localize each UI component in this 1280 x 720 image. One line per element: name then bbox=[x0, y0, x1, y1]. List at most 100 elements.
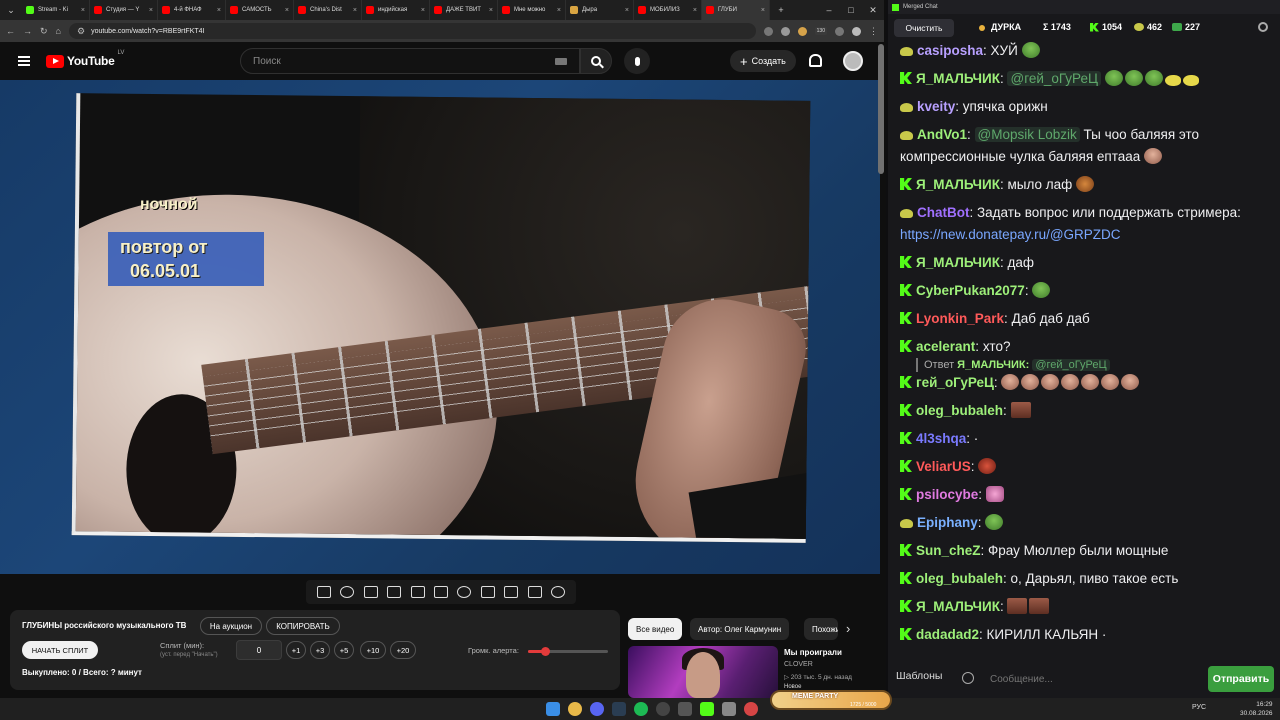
meme-party-widget[interactable]: MEME PARTY 1725 / 5000 bbox=[770, 690, 892, 710]
chat-nick[interactable]: AndVo1 bbox=[917, 127, 967, 142]
tab-close-icon[interactable]: × bbox=[761, 7, 765, 14]
tab-close-icon[interactable]: × bbox=[353, 7, 357, 14]
chat-nick[interactable]: acelerant bbox=[916, 339, 975, 354]
split-step-button[interactable]: +20 bbox=[390, 641, 416, 659]
tab-close-icon[interactable]: × bbox=[217, 7, 221, 14]
rec-title[interactable]: Мы проиграли bbox=[784, 648, 842, 657]
tab-close-icon[interactable]: × bbox=[625, 7, 629, 14]
browser-tab[interactable]: 4-й ФНАФ × bbox=[158, 0, 226, 20]
browser-tab[interactable]: ГЛУБИ × bbox=[702, 0, 770, 20]
chat-nick[interactable]: Я_МАЛЬЧИК bbox=[916, 599, 1000, 614]
browser-tab[interactable]: Студия — Y × bbox=[90, 0, 158, 20]
translate-icon[interactable] bbox=[763, 26, 773, 36]
video-player[interactable]: ночной повтор от 06.05.01 bbox=[0, 80, 880, 574]
speed-icon[interactable] bbox=[457, 586, 472, 598]
site-info-icon[interactable]: ⚙ bbox=[77, 26, 85, 37]
forward-icon[interactable]: → bbox=[23, 26, 32, 36]
clock[interactable]: 16:29 30.08.2026 bbox=[1240, 700, 1273, 718]
language-indicator[interactable]: РУС bbox=[1192, 704, 1206, 711]
rec-channel[interactable]: CLOVER bbox=[784, 661, 813, 668]
add-clip-icon[interactable] bbox=[480, 586, 495, 598]
steam-icon[interactable] bbox=[612, 702, 626, 716]
browser-tab[interactable]: China's Dist × bbox=[294, 0, 362, 20]
chat-nick[interactable]: Я_МАЛЬЧИК bbox=[916, 177, 1000, 192]
chat-nick[interactable]: oleg_bubaleh bbox=[916, 571, 1003, 586]
bookmark-star-icon[interactable] bbox=[780, 26, 790, 36]
send-button[interactable]: Отправить bbox=[1208, 666, 1274, 692]
chip-all-videos[interactable]: Все видео bbox=[628, 618, 683, 640]
screenshot-icon[interactable] bbox=[504, 586, 519, 598]
search-button[interactable] bbox=[580, 48, 612, 74]
split-step-button[interactable]: +5 bbox=[334, 641, 354, 659]
message-input[interactable] bbox=[984, 666, 1204, 692]
back-icon[interactable]: ← bbox=[6, 26, 15, 36]
app-icon-7[interactable] bbox=[678, 702, 692, 716]
obs-icon[interactable] bbox=[656, 702, 670, 716]
clapper-icon[interactable] bbox=[387, 586, 402, 598]
split-step-button[interactable]: +10 bbox=[360, 641, 386, 659]
loop-icon[interactable] bbox=[316, 586, 331, 598]
chat-nick[interactable]: casiposha bbox=[917, 43, 983, 58]
tab-close-icon[interactable]: × bbox=[285, 7, 289, 14]
search-input[interactable]: Поиск bbox=[240, 48, 580, 74]
broadcast-icon[interactable] bbox=[340, 586, 355, 598]
chat-nick[interactable]: CyberPukan2077 bbox=[916, 283, 1025, 298]
browser-tab[interactable]: САМОСТЬ × bbox=[226, 0, 294, 20]
extension-icon[interactable] bbox=[797, 26, 807, 36]
browser-tab[interactable]: Stream - Ki × bbox=[22, 0, 90, 20]
new-tab-button[interactable]: + bbox=[770, 5, 792, 15]
chat-nick[interactable]: kveity bbox=[917, 99, 955, 114]
rec-thumbnail[interactable] bbox=[628, 646, 778, 698]
tab-close-icon[interactable]: × bbox=[421, 7, 425, 14]
home-icon[interactable]: ⌂ bbox=[56, 26, 61, 36]
chat-mention[interactable]: @Mopsik Lobzik bbox=[974, 127, 1080, 142]
chat-nick[interactable]: VeliarUS bbox=[916, 459, 971, 474]
kick-app-icon[interactable] bbox=[700, 702, 714, 716]
split-minutes-input[interactable]: 0 bbox=[236, 640, 282, 660]
picture-in-picture-icon[interactable] bbox=[410, 586, 425, 598]
copy-button[interactable]: КОПИРОВАТЬ bbox=[266, 617, 340, 635]
reload-icon[interactable]: ↻ bbox=[40, 26, 48, 37]
start-split-button[interactable]: НАЧАТЬ СПЛИТ bbox=[22, 641, 98, 659]
voice-search-button[interactable] bbox=[624, 48, 650, 74]
reply-nick[interactable]: Я_МАЛЬЧИК: bbox=[957, 359, 1029, 371]
chevron-right-icon[interactable]: › bbox=[846, 621, 850, 636]
tab-close-icon[interactable]: × bbox=[81, 7, 85, 14]
tab-close-icon[interactable]: × bbox=[149, 7, 153, 14]
maximize-icon[interactable]: □ bbox=[840, 5, 862, 15]
settings-gear-icon[interactable] bbox=[551, 586, 566, 598]
chat-nick[interactable]: гей_оГуРеЦ bbox=[916, 375, 994, 390]
browser-tab[interactable]: индийская × bbox=[362, 0, 430, 20]
browser-tab[interactable]: Дыра × bbox=[566, 0, 634, 20]
chat-nick[interactable]: dadadad2 bbox=[916, 627, 979, 642]
chat-nick[interactable]: oleg_bubaleh bbox=[916, 403, 1003, 418]
youtube-logo[interactable]: YouTube LV bbox=[46, 50, 124, 68]
alert-volume-handle[interactable] bbox=[541, 647, 551, 656]
chrome-icon[interactable] bbox=[568, 702, 582, 716]
chat-nick[interactable]: Я_МАЛЬЧИК bbox=[916, 255, 1000, 270]
chat-nick[interactable]: Sun_cheZ bbox=[916, 543, 981, 558]
page-scrollbar[interactable] bbox=[878, 44, 884, 174]
chip-similar[interactable]: Похожие bbox=[804, 618, 838, 640]
tab-close-icon[interactable]: × bbox=[489, 7, 493, 14]
browser-tab[interactable]: ДАЖЕ ТВИТ × bbox=[430, 0, 498, 20]
app-icon-10[interactable] bbox=[744, 702, 758, 716]
flask-icon[interactable] bbox=[527, 586, 542, 598]
spotify-icon[interactable] bbox=[634, 702, 648, 716]
emoji-icon[interactable] bbox=[962, 672, 974, 684]
chat-nick[interactable]: Epiphany bbox=[917, 515, 978, 530]
tab-close-icon[interactable]: × bbox=[557, 7, 561, 14]
chat-nick[interactable]: 4l3shqa bbox=[916, 431, 966, 446]
menu-icon[interactable] bbox=[18, 56, 30, 66]
avatar[interactable] bbox=[843, 51, 863, 71]
cinema-icon[interactable] bbox=[363, 586, 378, 598]
app-icon-9[interactable] bbox=[722, 702, 736, 716]
chat-mention[interactable]: @гей_оГуРеЦ bbox=[1007, 71, 1101, 86]
alert-volume-slider[interactable] bbox=[528, 647, 608, 656]
chat-link[interactable]: https://new.donatepay.ru/@GRPZDC bbox=[900, 227, 1121, 242]
minimize-icon[interactable]: – bbox=[818, 5, 840, 15]
notifications-bell-icon[interactable] bbox=[809, 54, 822, 67]
chat-nick[interactable]: Lyonkin_Park bbox=[916, 311, 1004, 326]
browser-tab[interactable]: Мне можно × bbox=[498, 0, 566, 20]
auction-button[interactable]: На аукцион bbox=[200, 617, 262, 635]
